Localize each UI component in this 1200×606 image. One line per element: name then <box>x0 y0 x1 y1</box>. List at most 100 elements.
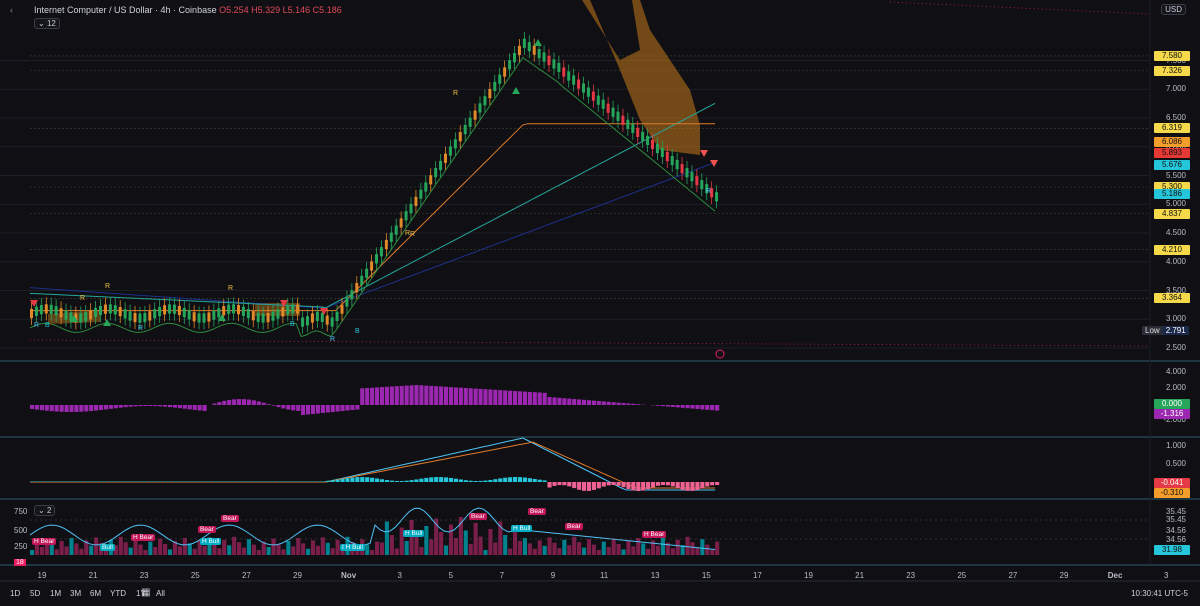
volume-bar <box>577 542 582 555</box>
clock[interactable]: 10:30:41 UTC-5 <box>1131 589 1188 598</box>
date-range-icon[interactable]: ▦ <box>141 587 150 598</box>
time-tick: 21 <box>88 571 98 580</box>
osc1-bar <box>370 387 375 405</box>
time-tick: 7 <box>499 571 505 580</box>
osc1-bar <box>138 405 143 407</box>
osc2-bar <box>153 481 158 482</box>
osc1-bar <box>582 399 587 405</box>
volume-bar <box>271 538 276 555</box>
volume-bar <box>232 536 237 555</box>
osc2-bar <box>168 481 173 482</box>
candle-body <box>424 182 428 192</box>
osc1-bar <box>503 390 508 405</box>
price-tick: 4.500 <box>1165 228 1186 237</box>
currency-selector[interactable]: USD <box>1161 4 1186 15</box>
candle-body <box>79 313 83 323</box>
osc1-bar <box>301 405 306 415</box>
osc2-bar <box>187 481 192 482</box>
osc1-bar <box>596 401 601 405</box>
candle-body <box>527 42 531 52</box>
candle-body <box>641 131 645 141</box>
osc2-bar <box>675 482 680 489</box>
osc1-bar <box>148 405 153 407</box>
candle-body <box>227 304 231 314</box>
candle-body <box>345 297 349 307</box>
osc1-bar <box>44 405 49 411</box>
divergence-tag: Bull <box>100 544 115 551</box>
osc1-bar <box>79 405 84 412</box>
osc-value-label: 0.000 <box>1154 399 1190 409</box>
osc1-bar <box>670 405 675 407</box>
candle-body <box>414 196 418 206</box>
osc2-bar <box>172 481 178 482</box>
osc2-bar <box>473 480 478 482</box>
osc2-bar <box>74 481 79 482</box>
ma-line-orange <box>30 123 716 312</box>
range-button-all[interactable]: All <box>156 589 165 598</box>
candle-body <box>84 312 88 322</box>
osc1-bar <box>84 405 89 412</box>
range-button-6m[interactable]: 6M <box>90 589 101 598</box>
range-button-1d[interactable]: 1D <box>10 589 20 598</box>
volume-bar <box>626 541 631 555</box>
candle-body <box>365 268 369 278</box>
volume-bar <box>148 541 153 555</box>
osc2-bar <box>103 481 109 482</box>
osc1-bar <box>655 405 661 406</box>
interval-badge[interactable]: ⌄ 12 <box>34 18 60 29</box>
osc2-bar <box>158 481 163 482</box>
volume-bar <box>522 538 527 555</box>
osc2-bar <box>493 479 498 482</box>
range-button-3m[interactable]: 3M <box>70 589 81 598</box>
osc1-bar <box>572 399 577 405</box>
osc2-bar <box>163 481 168 482</box>
divergence-tag: Bear <box>198 526 216 533</box>
osc2-bar <box>202 481 207 482</box>
osc2-bar <box>700 482 705 489</box>
osc1-bar <box>49 405 54 412</box>
osc2-bar <box>271 481 276 482</box>
range-button-1m[interactable]: 1M <box>50 589 61 598</box>
candle-body <box>271 311 275 321</box>
osc2-bar <box>690 482 695 491</box>
time-tick: 21 <box>855 571 865 580</box>
volume-bar <box>557 548 562 555</box>
time-tick: 27 <box>1008 571 1018 580</box>
osc2-bar <box>325 480 330 482</box>
osc1-bar <box>251 400 256 405</box>
candle-body <box>276 309 280 319</box>
osc2-bar <box>710 482 715 486</box>
osc2-bar <box>315 481 320 482</box>
chart-canvas[interactable]: RR RRR RR B RBRBR <box>0 0 1200 606</box>
osc1-bar <box>710 405 715 411</box>
price-tick: 7.000 <box>1165 84 1186 94</box>
osc2-bar <box>542 480 547 482</box>
candle-body <box>246 308 250 319</box>
candle-body <box>153 309 157 319</box>
osc3-badge[interactable]: ⌄ 2 <box>34 505 56 516</box>
osc1-bar <box>439 386 444 405</box>
candle-body <box>468 117 472 127</box>
osc1-bar <box>291 405 296 411</box>
symbol-title[interactable]: Internet Computer / US Dollar · 4h · Coi… <box>34 5 217 15</box>
range-button-5d[interactable]: 5D <box>30 589 40 598</box>
osc1-bar <box>419 385 424 405</box>
candle-body <box>384 239 388 250</box>
price-tick: 4.000 <box>1165 256 1186 266</box>
osc2-bar <box>601 482 606 487</box>
osc2-bar <box>197 481 202 482</box>
volume-bar <box>168 549 173 555</box>
collapse-icon[interactable]: ‹ <box>10 5 13 15</box>
candle-body <box>49 304 53 314</box>
candle-body <box>44 304 48 314</box>
ohlc-values: O5.254 H5.329 L5.146 C5.186 <box>219 5 342 15</box>
candle-body <box>567 71 571 81</box>
range-button-ytd[interactable]: YTD <box>110 589 126 598</box>
osc2-bar <box>192 481 197 482</box>
divergence-tag: Bear <box>221 515 239 522</box>
osc-tick: 34.56 <box>1165 535 1186 544</box>
osc2-bar <box>611 482 616 486</box>
volume-bar <box>153 547 158 555</box>
osc1-bar <box>246 399 251 405</box>
osc2-bar <box>606 482 611 486</box>
